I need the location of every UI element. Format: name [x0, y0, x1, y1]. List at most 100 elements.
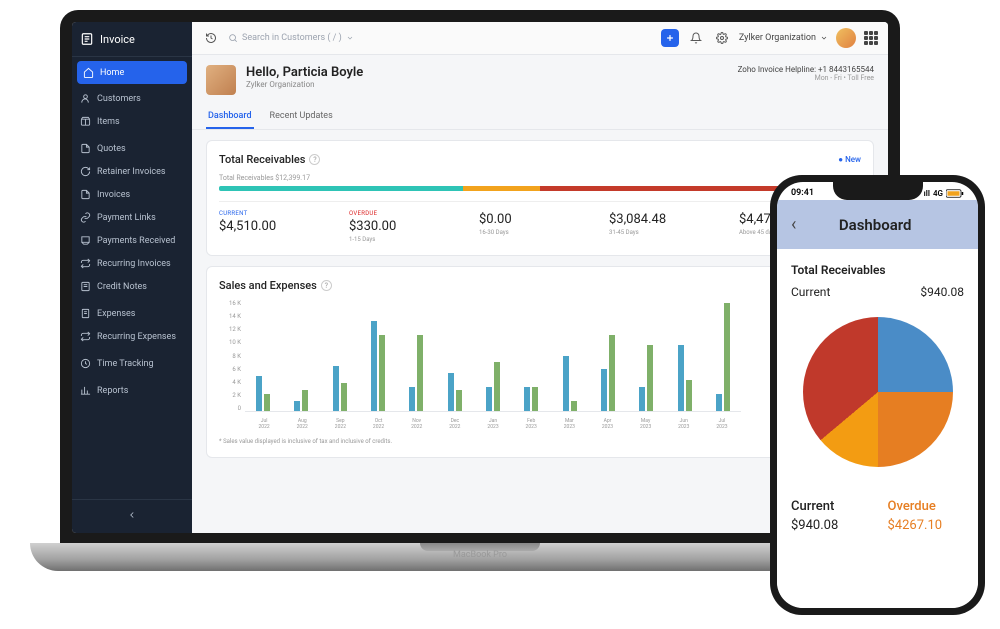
help-icon[interactable]: ?	[309, 154, 320, 165]
plus-icon	[665, 33, 675, 43]
greeting: Hello, Particia Boyle	[246, 65, 363, 80]
tab-recent-updates[interactable]: Recent Updates	[268, 105, 335, 129]
recv-value: $330.00	[349, 219, 471, 234]
invoice-icon	[80, 32, 94, 46]
pie-chart	[803, 317, 953, 467]
gear-icon	[716, 32, 728, 44]
sidebar-item-label: Time Tracking	[97, 359, 154, 369]
recv-sub: 16-30 Days	[479, 229, 601, 236]
recv-label: CURRENT	[219, 210, 341, 217]
sidebar-item-label: Expenses	[97, 309, 135, 319]
receivables-bar	[219, 186, 861, 191]
sidebar-item-label: Reports	[97, 386, 128, 396]
sidebar-item-payments-received[interactable]: Payments Received	[72, 229, 192, 252]
laptop-brand: MacBook Pro	[453, 550, 507, 560]
file-icon	[80, 189, 91, 200]
greeting-sub: Zylker Organization	[246, 80, 363, 89]
phone-footer-current-label: Current	[791, 499, 868, 514]
inbox-icon	[80, 235, 91, 246]
app-name: Invoice	[100, 33, 135, 46]
sidebar-item-label: Quotes	[97, 144, 126, 154]
sidebar-item-home[interactable]: Home	[77, 61, 187, 84]
back-button[interactable]: ‹	[791, 214, 796, 235]
tabs: Dashboard Recent Updates	[192, 105, 888, 130]
battery-icon	[946, 189, 964, 198]
recv-sub: 31-45 Days	[609, 229, 731, 236]
sidebar-item-time-tracking[interactable]: Time Tracking	[72, 352, 192, 375]
help-icon[interactable]: ?	[321, 280, 332, 291]
sidebar-item-recurring-invoices[interactable]: Recurring Invoices	[72, 252, 192, 275]
avatar[interactable]	[836, 28, 856, 48]
home-icon	[83, 67, 94, 78]
sidebar-item-retainer-invoices[interactable]: Retainer Invoices	[72, 160, 192, 183]
new-badge[interactable]: New	[838, 155, 861, 164]
sidebar-item-customers[interactable]: Customers	[72, 87, 192, 110]
history-button[interactable]	[202, 29, 220, 47]
sidebar-item-label: Items	[97, 117, 120, 127]
sidebar-item-invoices[interactable]: Invoices	[72, 183, 192, 206]
phone-current-value: $940.08	[920, 285, 964, 299]
topbar: Search in Customers ( / ) Zylker Organiz…	[192, 22, 888, 55]
card-title: Total Receivables	[219, 153, 305, 166]
phone-footer-overdue-label: Overdue	[888, 499, 965, 514]
card-title: Sales and Expenses	[219, 279, 317, 292]
chart-icon	[80, 385, 91, 396]
sidebar-item-label: Recurring Expenses	[97, 332, 176, 342]
chevron-down-icon	[346, 34, 354, 42]
sidebar-item-quotes[interactable]: Quotes	[72, 137, 192, 160]
recv-label: OVERDUE	[349, 210, 471, 217]
phone-footer-current-value: $940.08	[791, 518, 868, 533]
note-icon	[80, 281, 91, 292]
receipt-icon	[80, 308, 91, 319]
chart-footnote: * Sales value displayed is inclusive of …	[219, 438, 861, 445]
phone-header: ‹ Dashboard	[777, 200, 978, 249]
sidebar-item-label: Recurring Invoices	[97, 259, 171, 269]
app-logo[interactable]: Invoice	[72, 22, 192, 57]
signal-icon: ıll	[924, 189, 930, 198]
sidebar-item-label: Retainer Invoices	[97, 167, 166, 177]
org-switcher[interactable]: Zylker Organization	[739, 33, 828, 43]
phone-notch	[833, 182, 923, 200]
recv-sub: 1-15 Days	[349, 236, 471, 243]
signal-type: 4G	[933, 189, 943, 198]
sidebar-item-expenses[interactable]: Expenses	[72, 302, 192, 325]
sidebar-collapse[interactable]	[72, 499, 192, 533]
clock-icon	[80, 358, 91, 369]
notifications-button[interactable]	[687, 29, 705, 47]
sidebar-item-label: Credit Notes	[97, 282, 147, 292]
sidebar-item-credit-notes[interactable]: Credit Notes	[72, 275, 192, 298]
sidebar-item-label: Payment Links	[97, 213, 156, 223]
box-icon	[80, 116, 91, 127]
link-icon	[80, 212, 91, 223]
recv-value: $3,084.48	[609, 212, 731, 227]
recv-value: $0.00	[479, 212, 601, 227]
sidebar-item-payment-links[interactable]: Payment Links	[72, 206, 192, 229]
settings-button[interactable]	[713, 29, 731, 47]
sidebar-item-recurring-expenses[interactable]: Recurring Expenses	[72, 325, 192, 348]
sidebar-item-items[interactable]: Items	[72, 110, 192, 133]
tab-dashboard[interactable]: Dashboard	[206, 105, 254, 129]
receivables-item: $0.00 16-30 Days	[479, 210, 601, 243]
refresh-icon	[80, 166, 91, 177]
sidebar-item-label: Customers	[97, 94, 141, 104]
phone-mockup: 09:41 ıll 4G ‹ Dashboard Total Receivabl…	[770, 175, 985, 615]
add-button[interactable]	[661, 29, 679, 47]
page-header: Hello, Particia Boyle Zylker Organizatio…	[192, 55, 888, 105]
phone-section-title: Total Receivables	[791, 263, 964, 277]
sidebar-item-reports[interactable]: Reports	[72, 379, 192, 402]
sidebar: Invoice Home Customers Items Quotes Retainer…	[72, 22, 192, 533]
search-input[interactable]: Search in Customers ( / )	[228, 33, 428, 43]
recv-value: $4,510.00	[219, 219, 341, 234]
helpline-sub: Mon - Fri • Toll Free	[738, 74, 874, 82]
phone-current-label: Current	[791, 285, 830, 299]
receivables-item: $3,084.48 31-45 Days	[609, 210, 731, 243]
receivables-subtitle: Total Receivables $12,399.17	[219, 174, 861, 182]
file-icon	[80, 143, 91, 154]
search-icon	[228, 33, 238, 43]
receivables-item: CURRENT $4,510.00	[219, 210, 341, 243]
receivables-item: OVERDUE $330.00 1-15 Days	[349, 210, 471, 243]
history-icon	[205, 32, 217, 44]
user-icon	[80, 93, 91, 104]
search-placeholder: Search in Customers ( / )	[242, 33, 342, 43]
app-switcher[interactable]	[864, 31, 878, 45]
